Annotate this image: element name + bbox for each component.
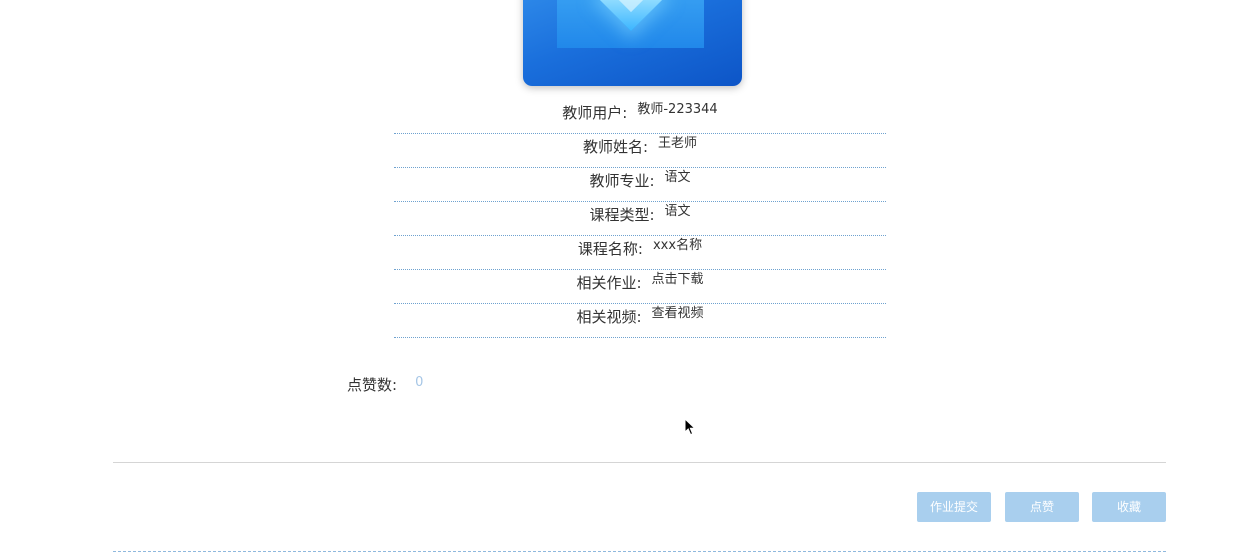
teacher-name-value: 王老师 [658,136,698,151]
info-row-teacher-major: 教师专业: 语文 [394,168,886,202]
info-row-course-name: 课程名称: xxx名称 [394,236,886,270]
favorite-button[interactable]: 收藏 [1092,492,1166,522]
teacher-major-value: 语文 [664,170,691,185]
info-row-teacher-user: 教师用户: 教师-223344 [394,100,886,134]
mouse-pointer-icon [684,418,696,436]
course-type-value: 语文 [664,204,691,219]
course-name-value: xxx名称 [652,238,703,253]
course-info-list: 教师用户: 教师-223344 教师姓名: 王老师 教师专业: 语文 课程类型:… [394,100,886,338]
teacher-major-label: 教师专业: [589,172,655,190]
section-divider [113,462,1166,463]
teacher-user-label: 教师用户: [562,104,628,122]
course-name-label: 课程名称: [577,240,643,258]
like-button[interactable]: 点赞 [1005,492,1079,522]
footer-dashed-divider [113,551,1166,552]
course-type-label: 课程类型: [589,206,655,224]
info-row-video: 相关视频: 查看视频 [394,304,886,338]
homework-download-link[interactable]: 点击下载 [652,272,704,288]
course-cover-image [523,0,742,86]
homework-label: 相关作业: [576,274,642,292]
info-row-teacher-name: 教师姓名: 王老师 [394,134,886,168]
video-label: 相关视频: [576,308,642,326]
teacher-user-value: 教师-223344 [637,102,718,117]
course-detail-page: 教师用户: 教师-223344 教师姓名: 王老师 教师专业: 语文 课程类型:… [0,0,1245,558]
homework-submit-button[interactable]: 作业提交 [917,492,991,522]
info-row-homework: 相关作业: 点击下载 [394,270,886,304]
like-count-label: 点赞数: [347,376,398,394]
like-count-row: 点赞数: 0 [347,375,424,394]
teacher-name-label: 教师姓名: [582,138,649,156]
video-view-link[interactable]: 查看视频 [652,306,704,322]
info-row-course-type: 课程类型: 语文 [394,202,886,236]
like-count-value: 0 [415,375,424,390]
